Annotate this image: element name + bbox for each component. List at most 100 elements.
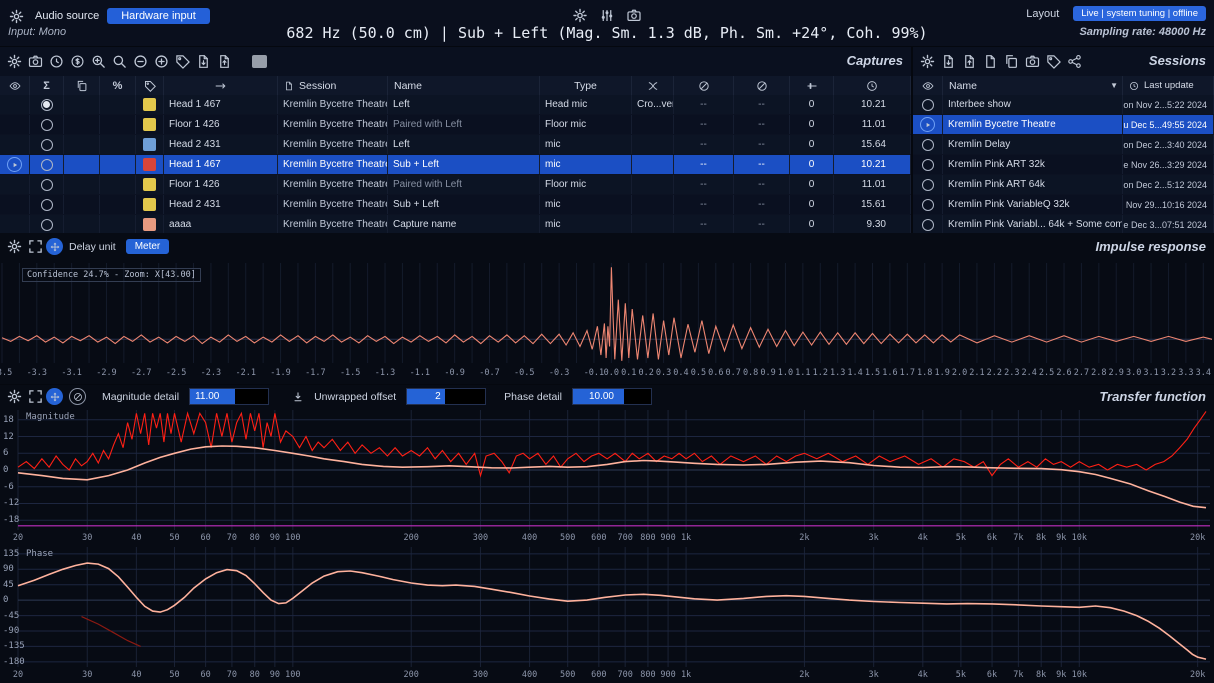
sum-radio[interactable] <box>41 119 53 131</box>
session-radio[interactable] <box>922 199 934 211</box>
unwrapped-offset-input[interactable]: 2 <box>406 388 486 405</box>
gain-column-header[interactable] <box>790 76 834 95</box>
name-column-header[interactable]: Name <box>388 76 540 95</box>
session-column-header[interactable]: Session <box>278 76 388 95</box>
captures-import-button[interactable] <box>193 50 214 72</box>
transfer-fullscreen-button[interactable] <box>25 386 46 408</box>
hardware-input-button[interactable]: Hardware input <box>107 8 210 24</box>
session-last-update-column-header[interactable]: Last update <box>1123 76 1214 95</box>
session-snapshot-button[interactable] <box>1022 50 1043 72</box>
session-radio[interactable] <box>922 159 934 171</box>
visibility-column-header[interactable] <box>0 76 30 95</box>
capture-row[interactable]: aaaa Kremlin Bycetre Theatre Capture nam… <box>0 215 911 235</box>
color-column-header[interactable] <box>136 76 164 95</box>
session-notes-button[interactable] <box>1043 50 1064 72</box>
captures-snapshot-button[interactable] <box>25 50 46 72</box>
impulse-response-chart[interactable]: Confidence 24.7% - Zoom: X[43.00] <box>0 260 1214 366</box>
capture-color-swatch[interactable] <box>143 218 156 231</box>
mode-switch-button[interactable]: Live | system tuning | offline <box>1073 6 1206 21</box>
captures-zoom-button[interactable] <box>109 50 130 72</box>
group-column-header[interactable] <box>64 76 100 95</box>
sum-radio[interactable] <box>41 199 53 211</box>
capture-name-column-header[interactable] <box>164 76 278 95</box>
session-share-button[interactable] <box>1064 50 1085 72</box>
capture-row[interactable]: Floor 1 426 Kremlin Bycetre Theatre Pair… <box>0 175 911 195</box>
magnitude-detail-input[interactable]: 11.00 <box>189 388 269 405</box>
session-row[interactable]: Kremlin Delay Mon Dec 2...3:40 2024 <box>913 135 1214 155</box>
meter-button[interactable]: Meter <box>126 239 170 254</box>
session-row-selected[interactable]: Kremlin Bycetre Theatre Thu Dec 5...49:5… <box>913 115 1214 135</box>
session-duplicate-button[interactable] <box>1001 50 1022 72</box>
session-name: Interbee show <box>943 95 1123 114</box>
captures-export-button[interactable] <box>214 50 235 72</box>
sum-radio[interactable] <box>41 139 53 151</box>
session-radio[interactable] <box>922 179 934 191</box>
capture-type: mic <box>540 155 632 174</box>
sliders-icon[interactable] <box>597 4 618 26</box>
layout-button[interactable]: Layout <box>1026 8 1059 20</box>
capture-session: Kremlin Bycetre Theatre <box>278 135 388 154</box>
capture-row[interactable]: Floor 1 426 Kremlin Bycetre Theatre Pair… <box>0 115 911 135</box>
session-visibility-column-header[interactable] <box>913 76 943 95</box>
delay-column-header[interactable] <box>834 76 911 95</box>
captures-history-button[interactable] <box>46 50 67 72</box>
settings-gear-icon[interactable] <box>570 4 591 26</box>
session-radio[interactable] <box>922 99 934 111</box>
sum-radio[interactable] <box>41 159 53 171</box>
session-row[interactable]: Kremlin Pink Variabl... 64k + Some comme… <box>913 215 1214 235</box>
capture-color-picker[interactable] <box>249 50 270 72</box>
capture-color-swatch[interactable] <box>143 118 156 131</box>
phase-chart[interactable]: 13590450-45-90-135-180 Phase <box>0 545 1214 669</box>
sum-radio[interactable] <box>41 99 53 111</box>
impulse-axes-button[interactable] <box>46 238 63 255</box>
play-icon[interactable] <box>7 157 22 172</box>
type-column-header[interactable]: Type <box>540 76 632 95</box>
transfer-polarity-button[interactable] <box>69 388 86 405</box>
crossover-column-header[interactable] <box>632 76 674 95</box>
magnitude-chart[interactable]: 181260-6-12-18 Magnitude <box>0 408 1214 532</box>
session-import-button[interactable] <box>938 50 959 72</box>
capture-color-swatch[interactable] <box>143 198 156 211</box>
sum-radio[interactable] <box>41 179 53 191</box>
capture-row[interactable]: Head 1 467 Kremlin Bycetre Theatre Left … <box>0 95 911 115</box>
percent-column-header[interactable]: % <box>100 76 136 95</box>
session-new-button[interactable] <box>980 50 1001 72</box>
inversion-column-header[interactable] <box>734 76 790 95</box>
captures-settings-button[interactable] <box>4 50 25 72</box>
phase-detail-input[interactable]: 10.00 <box>572 388 652 405</box>
captures-tag-button[interactable] <box>172 50 193 72</box>
captures-zoom-in-button[interactable] <box>88 50 109 72</box>
session-export-button[interactable] <box>959 50 980 72</box>
session-row[interactable]: Kremlin Pink VariableQ 32k Fri Nov 29...… <box>913 195 1214 215</box>
capture-crossover: Cro...ver <box>632 95 674 114</box>
session-row[interactable]: Kremlin Pink ART 32k Tue Nov 26...3:29 2… <box>913 155 1214 175</box>
transfer-settings-button[interactable] <box>4 386 25 408</box>
captures-calibration-button[interactable] <box>67 50 88 72</box>
tick-label: 10k <box>1065 670 1093 680</box>
captures-add-button[interactable] <box>151 50 172 72</box>
impulse-settings-button[interactable] <box>4 236 25 258</box>
capture-color-swatch[interactable] <box>143 138 156 151</box>
sum-column-header[interactable]: Σ <box>30 76 64 95</box>
sum-radio[interactable] <box>41 219 53 231</box>
session-row[interactable]: Kremlin Pink ART 64k Mon Dec 2...5:12 20… <box>913 175 1214 195</box>
screenshot-camera-icon[interactable] <box>624 4 645 26</box>
capture-color-swatch[interactable] <box>143 158 156 171</box>
sessions-settings-button[interactable] <box>917 50 938 72</box>
capture-color-swatch[interactable] <box>143 178 156 191</box>
session-row[interactable]: Interbee show Mon Nov 2...5:22 2024 <box>913 95 1214 115</box>
transfer-axes-button[interactable] <box>46 388 63 405</box>
polarity-column-header[interactable] <box>674 76 734 95</box>
transfer-function-panel: Magnitude detail 11.00 Unwrapped offset … <box>0 385 1214 683</box>
session-name-column-header[interactable]: Name▼ <box>943 76 1123 95</box>
capture-row[interactable]: Head 2 431 Kremlin Bycetre Theatre Sub +… <box>0 195 911 215</box>
session-radio[interactable] <box>922 139 934 151</box>
capture-row-selected[interactable]: Head 1 467 Kremlin Bycetre Theatre Sub +… <box>0 155 911 175</box>
play-icon[interactable] <box>920 117 935 132</box>
capture-row[interactable]: Head 2 431 Kremlin Bycetre Theatre Left … <box>0 135 911 155</box>
tick-label: 4k <box>909 533 937 543</box>
capture-color-swatch[interactable] <box>143 98 156 111</box>
session-radio[interactable] <box>922 219 934 231</box>
impulse-fullscreen-button[interactable] <box>25 236 46 258</box>
captures-remove-button[interactable] <box>130 50 151 72</box>
